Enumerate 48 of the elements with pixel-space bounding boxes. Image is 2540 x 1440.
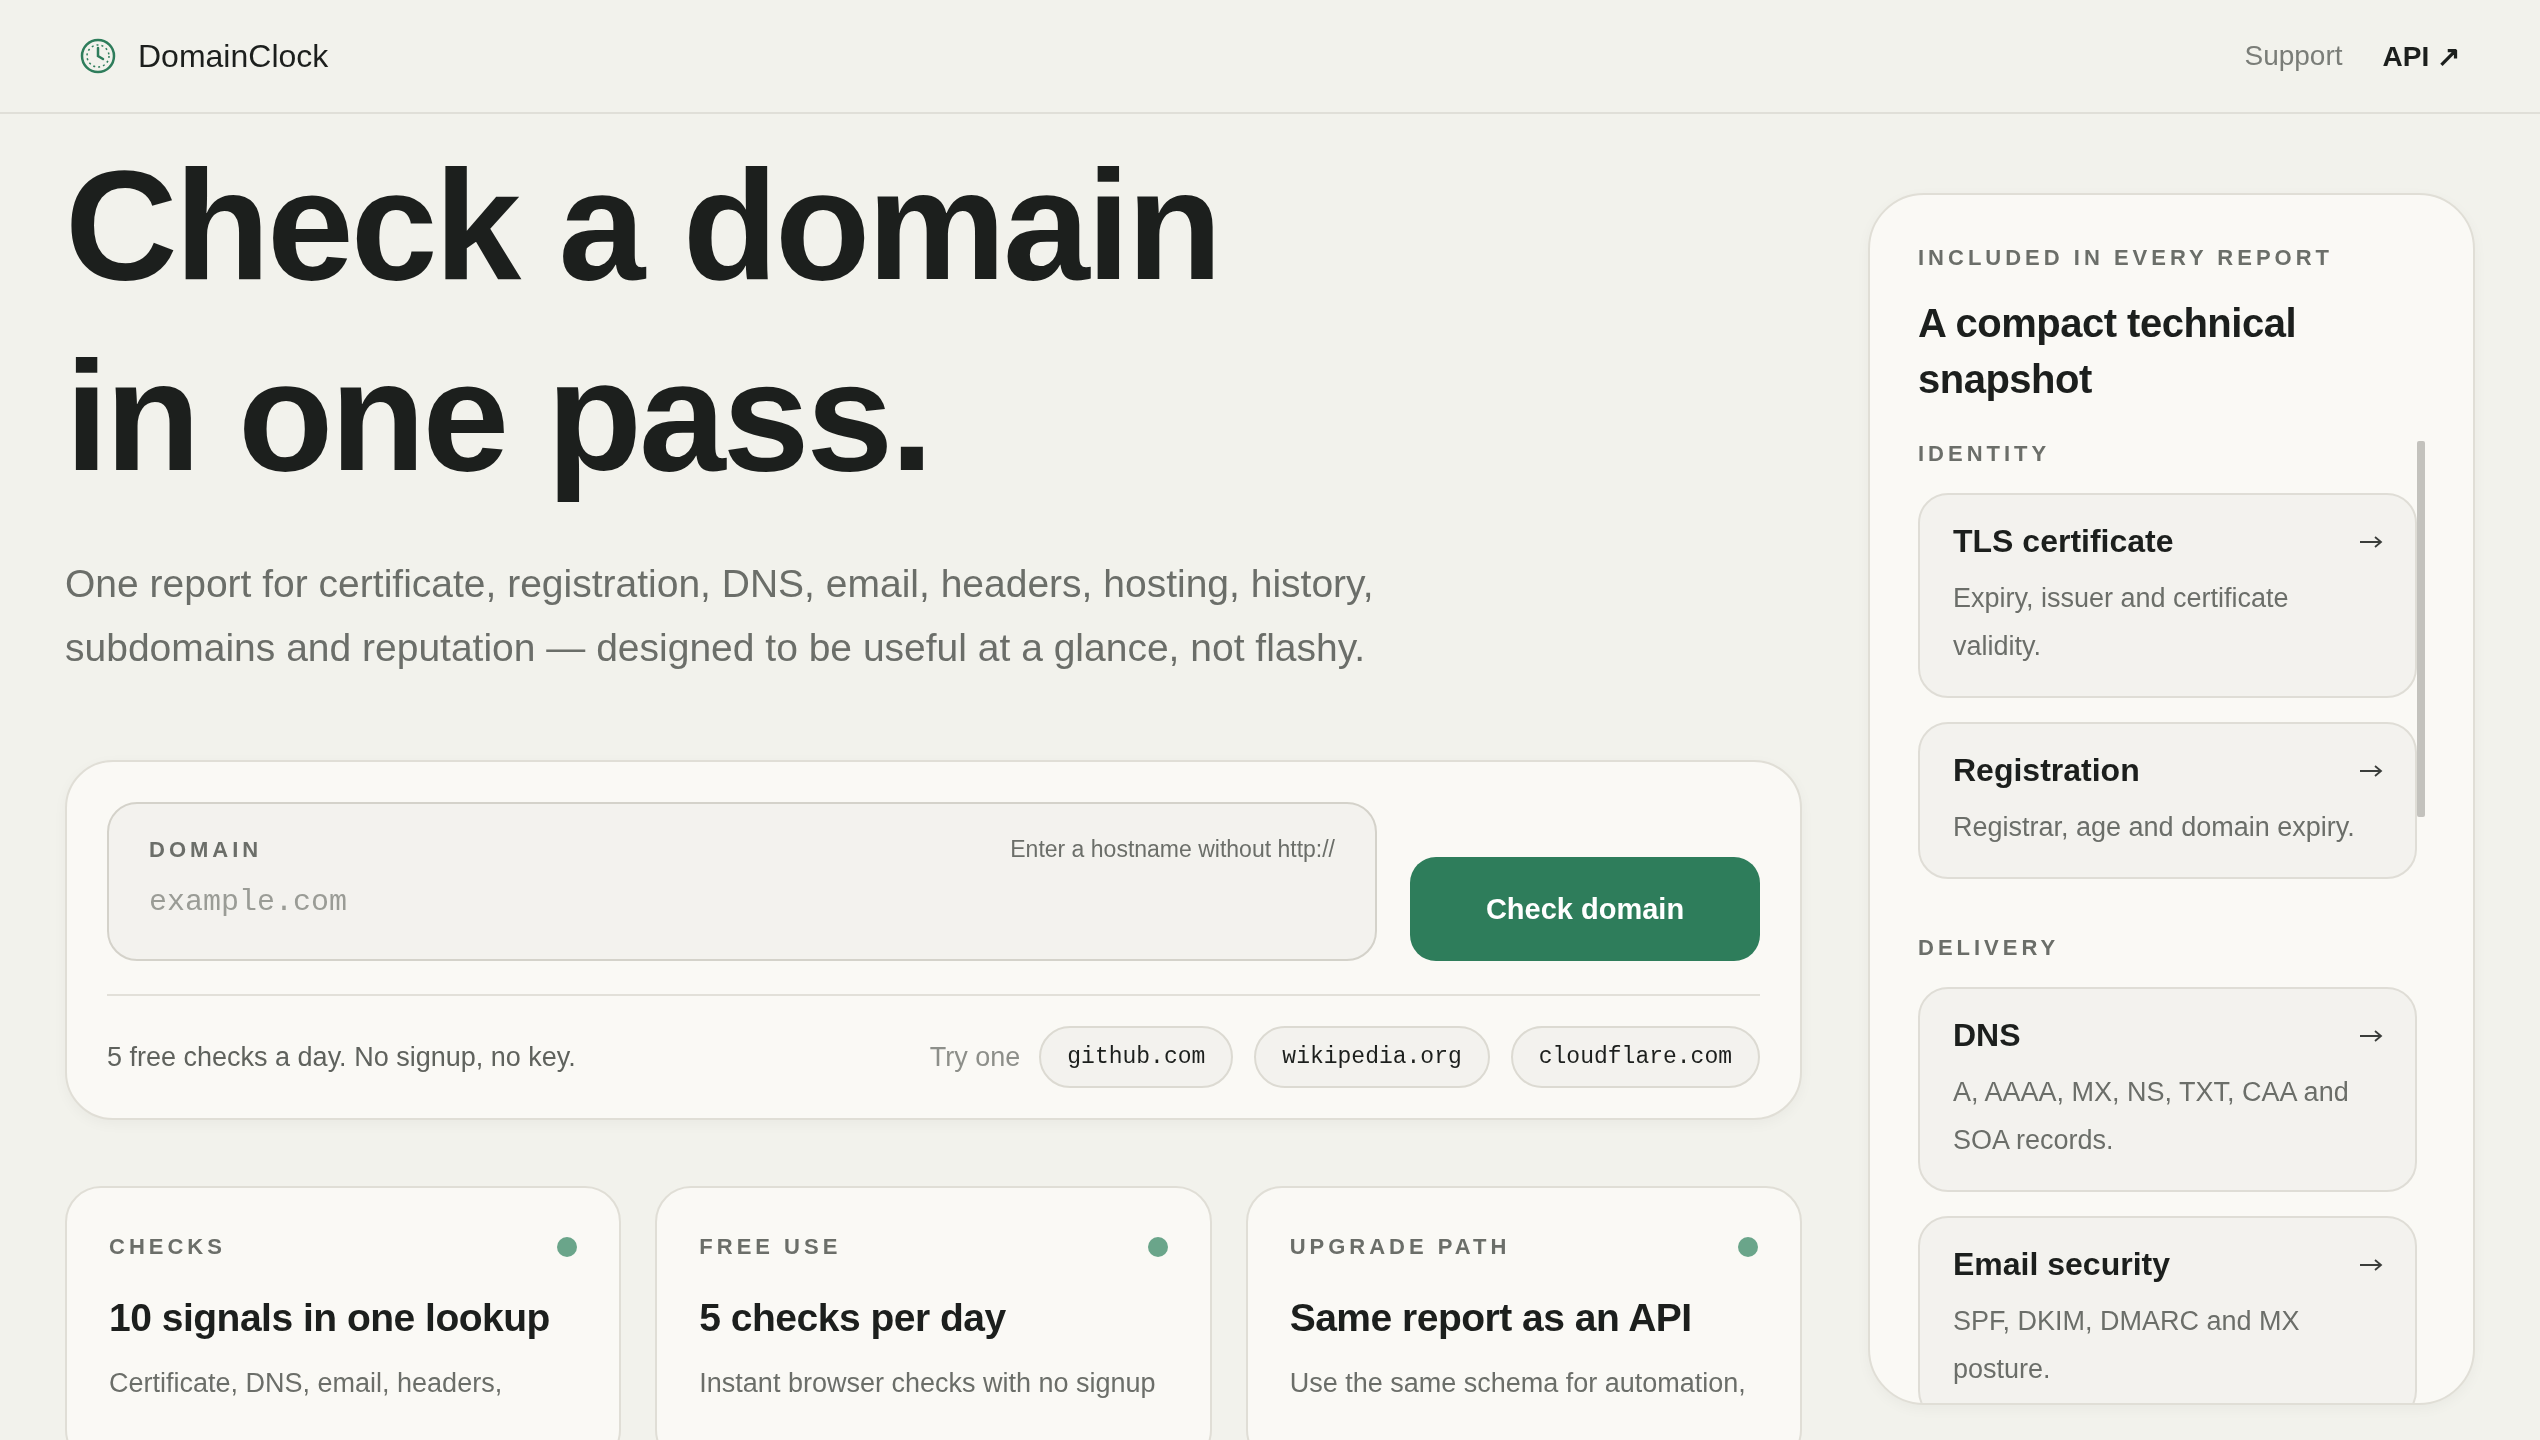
item-description: Registrar, age and domain expiry. [1953,811,2356,844]
nav-link[interactable]: API ↗ [2382,39,2460,73]
panel-title: A compact technical snapshot [1918,300,2298,403]
field-label: DOMAIN [149,836,263,863]
item-description: A, AAAA, MX, NS, TXT, CAA and SOA records. [1953,1076,2350,1157]
nav-link[interactable]: Support [2244,40,2343,72]
card-eyebrow: UPGRADE PATH [1289,1234,1511,1260]
domain-input[interactable]: example.com [149,881,1335,923]
arrow-icon [2359,1028,2383,1043]
subtitle: One report for certificate, registration, DNS, email, headers, hosting, history, subdomains and reputation — designed to be useful at a glance, not flashy. [65,561,1375,671]
field-hint: Enter a hostname without http:// [1010,836,1335,863]
brand-name[interactable]: DomainClock [138,37,329,75]
section-heading: IDENTITY [1918,441,2052,467]
usage-note: 5 free checks a day. No signup, no key. [107,1041,576,1073]
card-title: Same report as an API [1289,1296,1693,1340]
example-chip[interactable]: github.com [1039,1026,1234,1088]
status-dot [1147,1237,1168,1257]
example-chip[interactable]: cloudflare.com [1510,1026,1760,1088]
report-item[interactable]: Email security SPF, DKIM, DMARC and MX posture. [1918,1216,2417,1403]
arrow-icon [2359,1257,2383,1272]
arrow-icon [2359,763,2383,778]
item-title: Email security [1953,1246,2170,1283]
item-description: SPF, DKIM, DMARC and MX posture. [1953,1305,2301,1386]
report-item[interactable]: Registration Registrar, age and domain expiry. [1918,722,2417,879]
card-title: 10 signals in one lookup [109,1296,551,1340]
panel-eyebrow: INCLUDED IN EVERY REPORT [1918,245,2335,271]
arrow-icon [2359,534,2383,549]
status-dot [557,1237,578,1257]
check-domain-button[interactable]: Check domain [1410,857,1760,961]
card-eyebrow: FREE USE [699,1234,842,1260]
card-description: Certificate, DNS, email, headers, [109,1367,504,1400]
item-description: Expiry, issuer and certificate validity. [1953,582,2290,663]
report-item[interactable]: DNS A, AAAA, MX, NS, TXT, CAA and SOA records. [1918,987,2417,1192]
card-description: Instant browser checks with no signup [699,1367,1157,1400]
clock-icon [80,38,116,74]
item-title: Registration [1953,752,2140,789]
card-title: 5 checks per day [699,1296,1007,1340]
scrollbar[interactable] [2417,441,2425,817]
item-title: DNS [1953,1017,2021,1054]
item-title: TLS certificate [1953,523,2174,560]
example-chip[interactable]: wikipedia.org [1254,1026,1490,1088]
headline: Check a domain in one pass. [65,137,1221,505]
section-heading: DELIVERY [1918,935,2061,961]
report-item[interactable]: TLS certificate Expiry, issuer and certificate validity. [1918,493,2417,698]
card-eyebrow: CHECKS [109,1234,226,1260]
try-label: Try one [929,1041,1021,1073]
status-dot [1738,1237,1758,1257]
card-description: Use the same schema for automation, [1289,1367,1747,1400]
